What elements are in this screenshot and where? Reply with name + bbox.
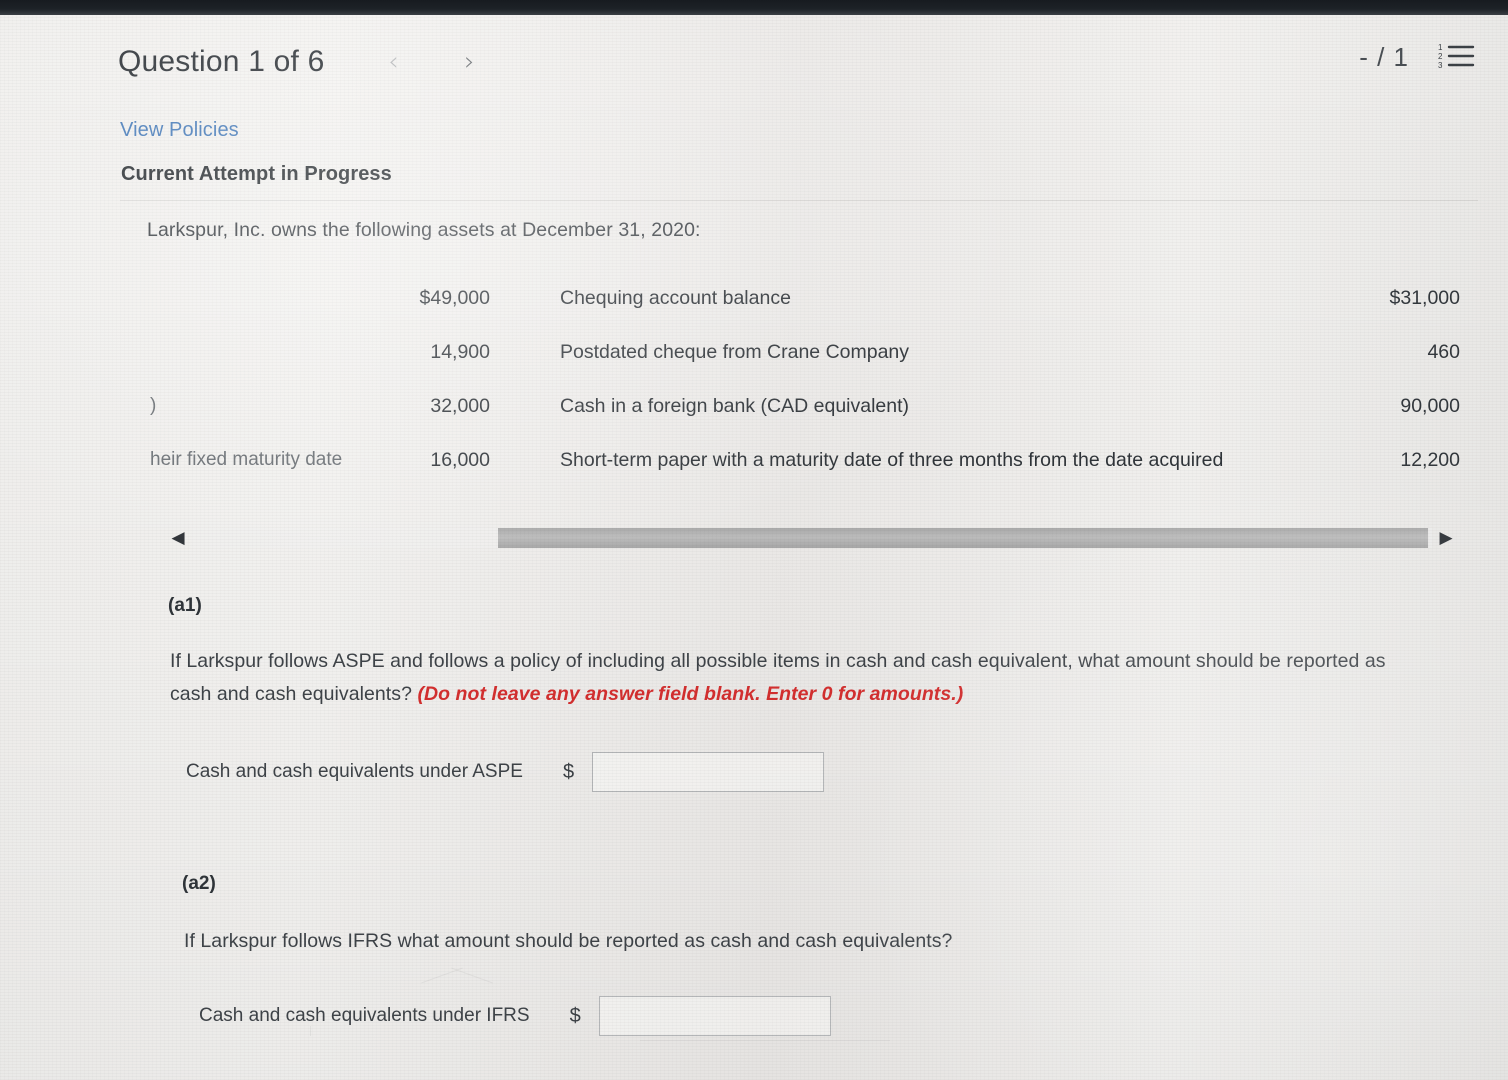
currency-symbol: $ bbox=[562, 760, 575, 783]
chevron-left-icon[interactable]: ‹ bbox=[370, 42, 416, 82]
svg-text:3: 3 bbox=[1438, 61, 1443, 70]
row-description: Postdated cheque from Crane Company bbox=[560, 341, 910, 363]
monitor-bezel bbox=[0, 0, 1508, 15]
answer-input-ifrs[interactable] bbox=[598, 996, 831, 1036]
svg-text:1: 1 bbox=[1438, 43, 1443, 52]
scroll-left-arrow-icon[interactable]: ◀ bbox=[168, 526, 188, 550]
attempt-status: Current Attempt in Progress bbox=[121, 163, 392, 185]
svg-text:2: 2 bbox=[1438, 52, 1443, 61]
part-question-a1: If Larkspur follows ASPE and follows a p… bbox=[170, 645, 1400, 711]
score-display: - / 1 bbox=[1359, 42, 1409, 72]
table-row: $49,000 Chequing account balance $31,000 bbox=[150, 287, 1461, 341]
photo-artifact bbox=[451, 967, 493, 984]
screen-photo: Question 1 of 6 ‹ › - / 1 1 2 3 View Pol… bbox=[0, 0, 1508, 1080]
row-amount-right: $31,000 bbox=[1389, 287, 1461, 309]
page-title: Question 1 of 6 bbox=[118, 45, 325, 78]
photo-artifact bbox=[640, 1040, 890, 1041]
scrollbar-thumb[interactable] bbox=[498, 528, 1428, 548]
horizontal-scrollbar[interactable]: ◀ ▶ bbox=[168, 521, 1456, 555]
table-row: 14,900 Postdated cheque from Crane Compa… bbox=[150, 341, 1460, 395]
row-amount-left: 16,000 bbox=[430, 449, 490, 471]
photo-artifact bbox=[310, 1026, 311, 1036]
view-policies-link[interactable]: View Policies bbox=[120, 119, 239, 142]
assignment-page: Question 1 of 6 ‹ › - / 1 1 2 3 View Pol… bbox=[0, 0, 1508, 1080]
part-question-a2: If Larkspur follows IFRS what amount sho… bbox=[184, 930, 953, 952]
table-row: ) 32,000 Cash in a foreign bank (CAD equ… bbox=[150, 395, 1460, 449]
question-header: Question 1 of 6 ‹ › bbox=[118, 42, 492, 82]
row-description: Short-term paper with a maturity date of… bbox=[560, 449, 1224, 471]
row-amount-right: 460 bbox=[1427, 341, 1460, 363]
row-amount-left: 14,900 bbox=[430, 341, 490, 363]
currency-symbol: $ bbox=[569, 1004, 581, 1027]
part-label-a1: (a1) bbox=[168, 595, 202, 616]
table-row: heir fixed maturity date 16,000 Short-te… bbox=[150, 449, 1460, 503]
answer-row-a1: Cash and cash equivalents under ASPE $ bbox=[186, 752, 825, 792]
chevron-right-icon[interactable]: › bbox=[446, 42, 492, 82]
answer-input-aspe[interactable] bbox=[592, 752, 825, 792]
part-question-a1-emphasis: (Do not leave any answer field blank. En… bbox=[417, 683, 964, 705]
question-nav: ‹ › bbox=[370, 42, 492, 82]
row-amount-right: 12,200 bbox=[1400, 449, 1460, 471]
answer-label-aspe: Cash and cash equivalents under ASPE bbox=[186, 761, 523, 782]
answer-label-ifrs: Cash and cash equivalents under IFRS bbox=[199, 1005, 530, 1026]
question-intro-text: Larkspur, Inc. owns the following assets… bbox=[147, 219, 701, 241]
row-description: Cash in a foreign bank (CAD equivalent) bbox=[560, 395, 910, 417]
row-description: Chequing account balance bbox=[560, 287, 791, 309]
row-clipped-text: heir fixed maturity date bbox=[150, 449, 343, 470]
scroll-right-arrow-icon[interactable]: ▶ bbox=[1436, 526, 1456, 550]
header-divider bbox=[120, 200, 1478, 201]
answer-row-a2: Cash and cash equivalents under IFRS $ bbox=[199, 996, 831, 1036]
row-amount-left: 32,000 bbox=[430, 395, 490, 417]
part-label-a2: (a2) bbox=[182, 873, 216, 894]
row-clipped-text: ) bbox=[150, 395, 157, 416]
numbered-list-icon[interactable]: 1 2 3 bbox=[1437, 40, 1475, 72]
row-amount-left: $49,000 bbox=[419, 287, 491, 309]
assets-table: $49,000 Chequing account balance $31,000… bbox=[150, 287, 1460, 503]
row-amount-right: 90,000 bbox=[1400, 395, 1460, 417]
